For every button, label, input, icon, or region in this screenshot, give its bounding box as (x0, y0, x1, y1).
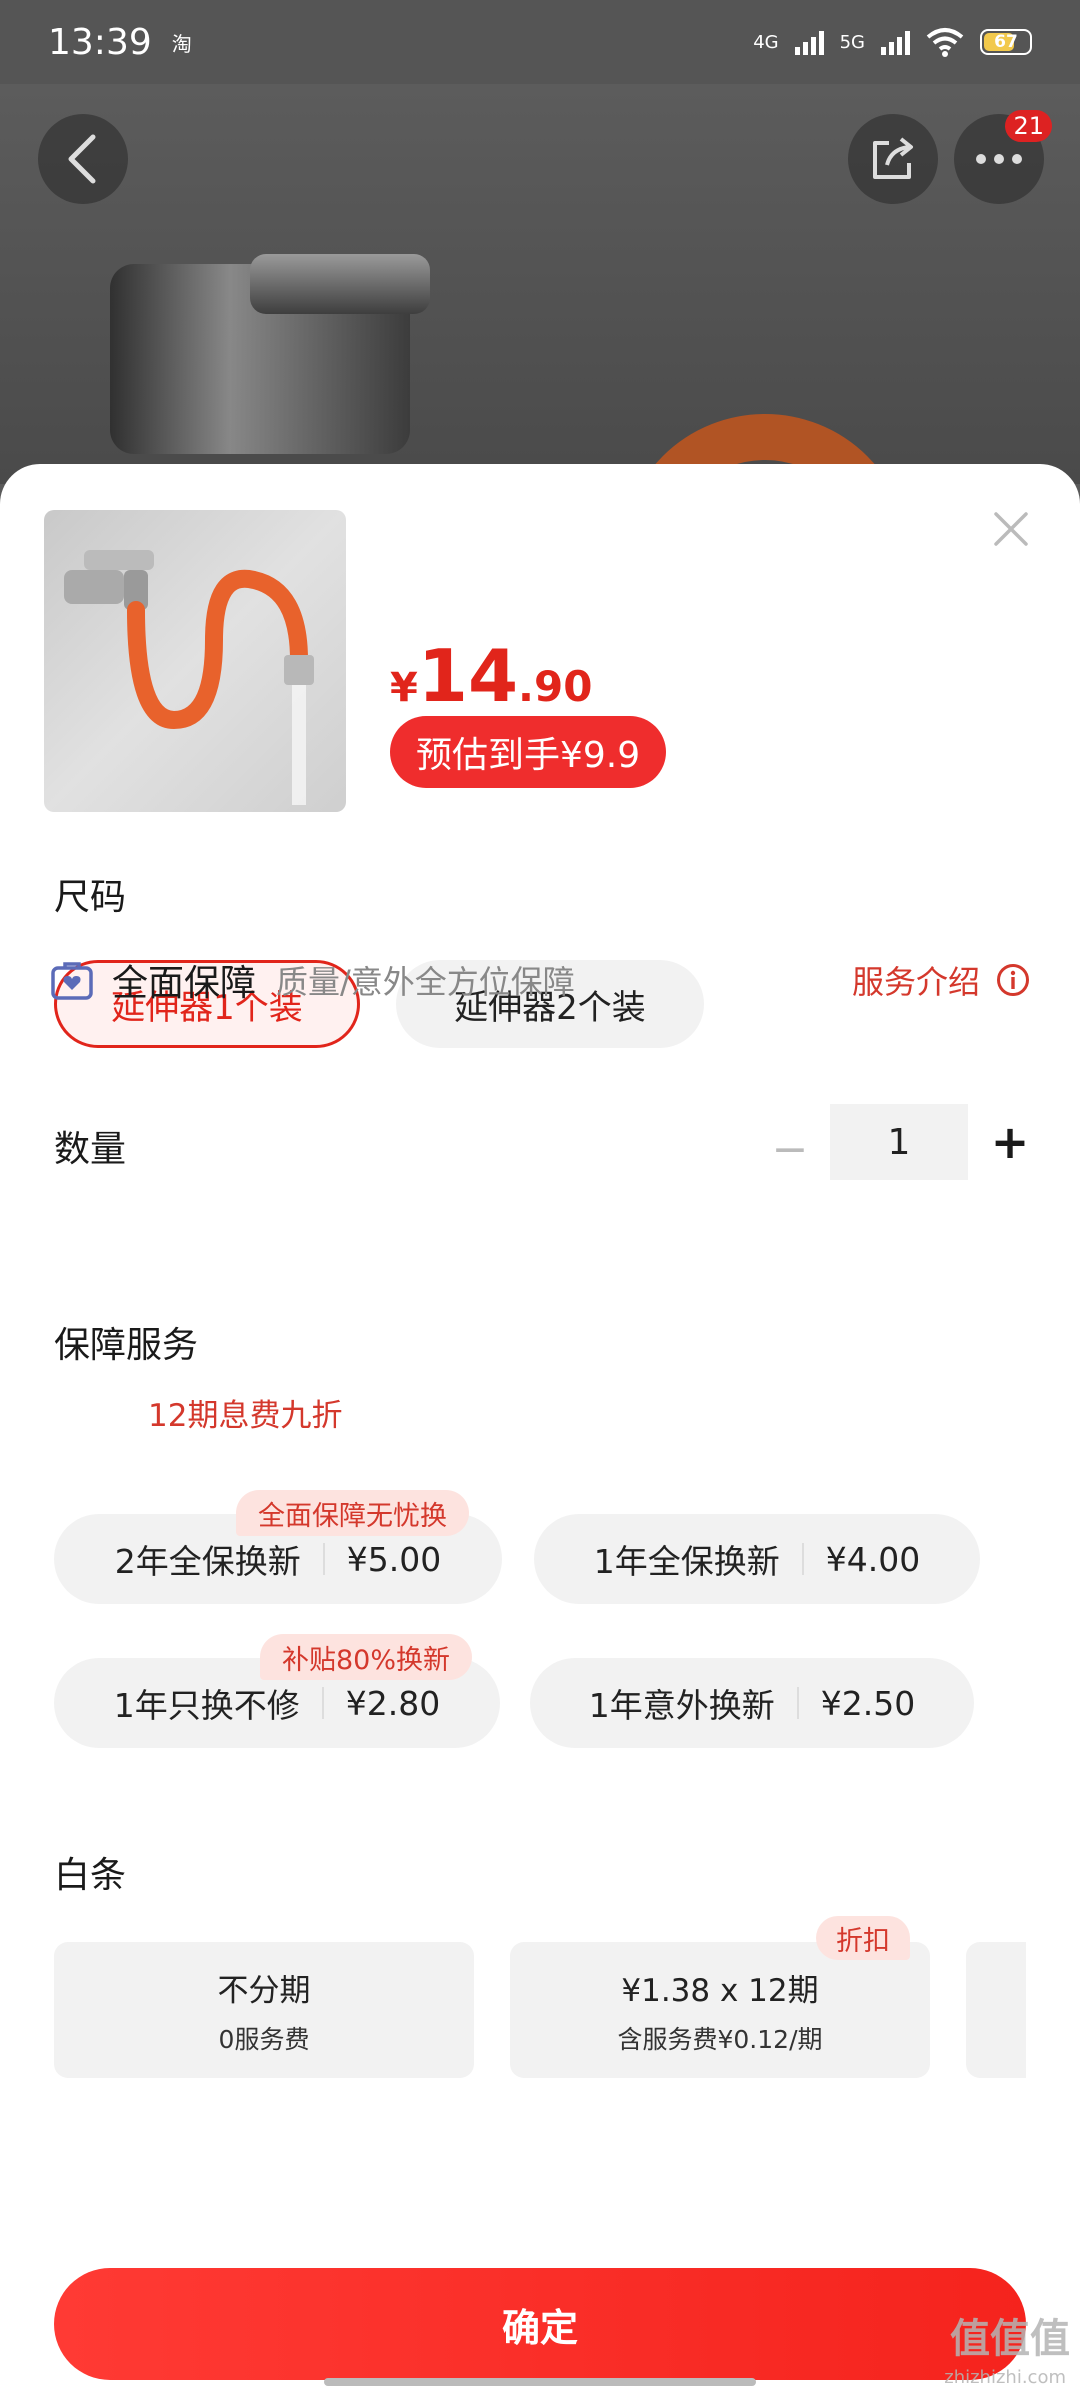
watermark-logo: 值值值 (950, 2316, 1070, 2362)
baitiao-section-title: 白条 (54, 1855, 127, 1896)
estimated-price-badge: 预估到手¥9.9 (390, 716, 667, 788)
installment-plan-1[interactable]: 不分期 0服务费 (54, 1942, 474, 2078)
discount-tag: 折扣 (816, 1916, 910, 1960)
service-option-price: ¥4.00 (825, 1539, 921, 1579)
service-option-4[interactable]: 1年意外换新 ¥2.50 (530, 1658, 974, 1748)
wifi-icon (926, 28, 964, 57)
size-section-title: 尺码 (54, 877, 127, 918)
price-currency: ¥ (390, 665, 418, 711)
service-option-price: ¥2.80 (345, 1683, 441, 1723)
taobao-notification-icon: 淘 (171, 31, 192, 56)
watermark-url: zhizhizhi.com (944, 2367, 1066, 2388)
price-decimal: .90 (518, 662, 593, 711)
home-indicator[interactable] (324, 2378, 756, 2386)
service-option-name: 1年只换不修 (113, 1686, 300, 1725)
signal-icon (881, 29, 910, 55)
more-badge: 21 (1005, 110, 1052, 142)
service-intro-label: 服务介绍 (851, 963, 980, 1001)
back-button[interactable] (38, 114, 128, 204)
status-indicators: 4G 5G 67 (753, 27, 1032, 57)
service-option-price: ¥2.50 (820, 1683, 916, 1723)
service-option-name: 1年全保换新 (593, 1542, 780, 1581)
installment-plan-3-partial[interactable] (966, 1942, 1026, 2078)
price: ¥ 14 .90 (390, 634, 592, 718)
quantity-increase-button[interactable]: + (985, 1112, 1035, 1172)
shield-bag-icon (51, 962, 93, 1000)
service-description: 质量/意外全方位保障 (276, 963, 575, 1001)
info-icon (997, 964, 1029, 996)
network-5g-label: 5G (839, 31, 865, 53)
service-option-tag: 补贴80%换新 (260, 1634, 473, 1680)
quantity-section-title: 数量 (54, 1129, 127, 1170)
more-button[interactable]: 21 (954, 110, 1052, 204)
service-option-tag: 全面保障无忧换 (236, 1490, 469, 1536)
service-intro-link[interactable]: 服务介绍 (852, 957, 1030, 1003)
sku-selection-sheet: ¥ 14 .90 预估到手¥9.9 尺码 延伸器1个装 延伸器2个装 数量 − … (0, 464, 1080, 2400)
faucet-handle-image (250, 254, 430, 314)
battery-level: 67 (994, 32, 1018, 52)
quantity-decrease-button[interactable]: − (770, 1119, 810, 1179)
price-integer: 14 (417, 634, 519, 718)
battery-icon: 67 (980, 29, 1032, 55)
share-icon (873, 137, 913, 179)
plan-title: 不分期 (217, 1972, 311, 2009)
network-4g-label: 4G (753, 31, 779, 53)
share-button[interactable] (848, 114, 938, 204)
service-section-title: 保障服务 (54, 1325, 199, 1366)
signal-icon (794, 29, 824, 55)
plan-title: ¥1.38 x 12期 (621, 1972, 819, 2009)
status-bar: 13:39 淘 4G 5G 67 (0, 0, 1080, 84)
status-time: 13:39 (48, 21, 152, 63)
chevron-left-icon (68, 134, 96, 184)
baitiao-subtitle: 12期息费九折 (148, 1398, 343, 1434)
service-option-price: ¥5.00 (346, 1539, 442, 1579)
service-name: 全面保障 (112, 963, 257, 1004)
service-option-name: 1年意外换新 (588, 1686, 775, 1725)
service-option-2[interactable]: 1年全保换新 ¥4.00 (534, 1514, 980, 1604)
close-icon (994, 512, 1028, 546)
more-dots-icon (976, 154, 1022, 164)
plan-fee: 0服务费 (218, 2024, 310, 2054)
faucet-extender-image (64, 550, 314, 805)
service-header: 全面保障 质量/意外全方位保障 服务介绍 (50, 950, 1030, 1010)
product-thumbnail[interactable] (44, 510, 346, 812)
service-option-name: 2年全保换新 (114, 1542, 301, 1581)
plan-fee: 含服务费¥0.12/期 (617, 2024, 823, 2054)
close-button[interactable] (986, 504, 1036, 554)
installment-plan-2[interactable]: ¥1.38 x 12期 含服务费¥0.12/期 (510, 1942, 930, 2078)
confirm-button[interactable]: 确定 (54, 2268, 1026, 2380)
quantity-input[interactable]: 1 (830, 1104, 968, 1180)
